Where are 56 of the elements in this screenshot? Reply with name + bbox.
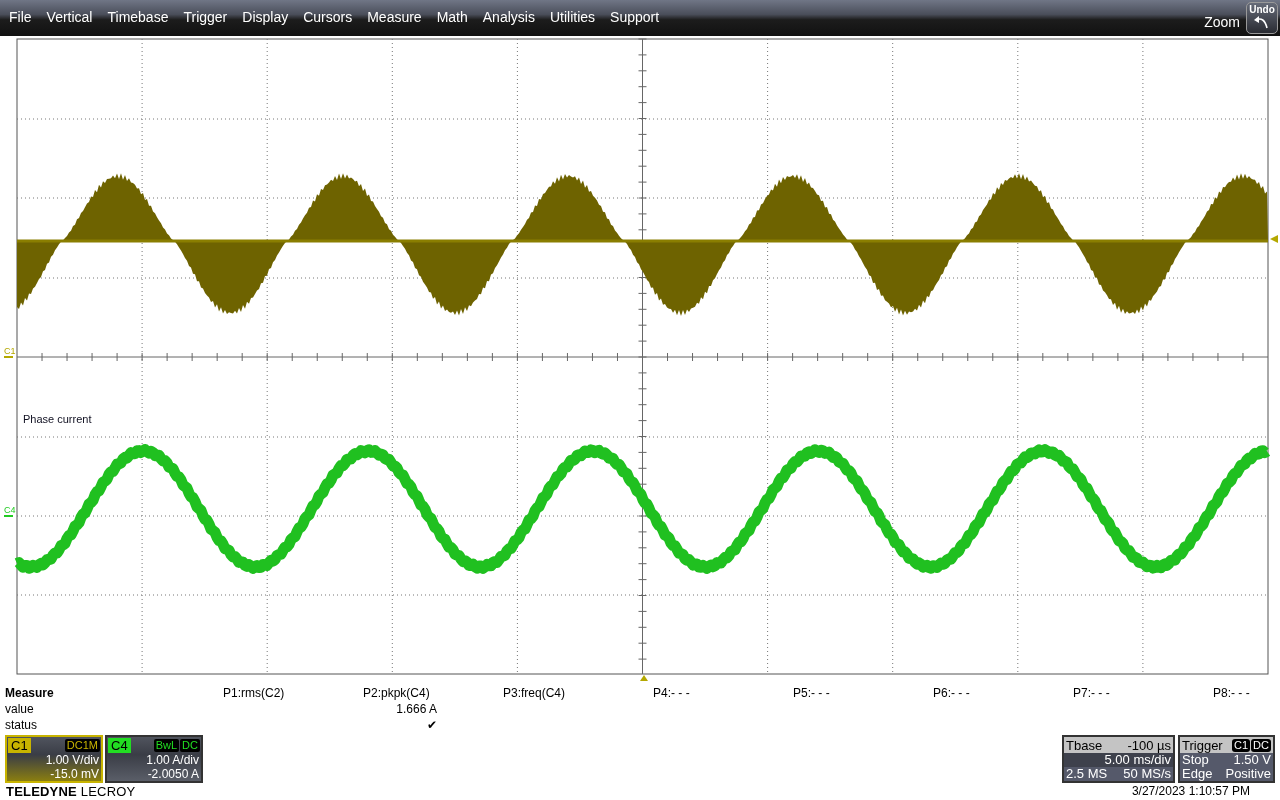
zoom-label[interactable]: Zoom	[1204, 6, 1240, 30]
menu-item[interactable]: Analysis	[474, 9, 542, 27]
undo-button[interactable]: Undo	[1246, 2, 1278, 34]
vertical-offset: -15.0 mV	[49, 767, 100, 781]
channel-descriptor[interactable]: C4 BwL DC 1.00 A/div -2.0050 A	[105, 735, 203, 783]
brand-logo: TELEDYNE LECROY	[6, 784, 136, 799]
menu-item[interactable]: Vertical	[38, 9, 100, 27]
trigger-box[interactable]: Trigger C1 DC Stop 1.50 V Edge Positive	[1178, 735, 1275, 783]
trigger-tag: DC	[1251, 738, 1271, 752]
parameter-header[interactable]: P2:pkpk(C4)	[345, 685, 485, 701]
timebase-title: Tbase	[1066, 737, 1103, 753]
vertical-scale: 1.00 V/div	[44, 753, 100, 767]
trace-annotation: Phase current	[23, 413, 92, 425]
timestamp: 3/27/2023 1:10:57 PM	[1131, 784, 1250, 799]
trigger-title: Trigger	[1182, 737, 1223, 753]
trigger-level-icon[interactable]	[1270, 235, 1278, 243]
channel-badge: C1	[8, 738, 31, 753]
row-label: value	[5, 701, 35, 717]
coupling-tag: DC1M	[64, 739, 100, 752]
trigger-mode: Stop	[1182, 753, 1209, 767]
menu-item[interactable]: Utilities	[541, 9, 603, 27]
trigger-slope: Positive	[1225, 767, 1271, 781]
trigger-level: 1.50 V	[1233, 753, 1271, 767]
menu-item[interactable]: File	[1, 9, 39, 27]
coupling-tag: DC	[180, 739, 200, 752]
timebase-delay: -100 µs	[1127, 737, 1171, 753]
vertical-offset: -2.0050 A	[146, 767, 200, 781]
vertical-scale: 1.00 A/div	[145, 753, 200, 767]
menu-item[interactable]: Support	[602, 9, 667, 27]
coupling-tag: BwL	[153, 739, 180, 752]
measure-value: 1.666 A	[395, 701, 438, 717]
timebase-scale: 5.00 ms/div	[1104, 753, 1171, 767]
parameter-header[interactable]: P7:- - -	[1055, 685, 1195, 701]
menu-item[interactable]: Trigger	[175, 9, 235, 27]
parameter-header[interactable]: P5:- - -	[775, 685, 915, 701]
undo-arrow-icon	[1254, 15, 1270, 29]
trigger-tag: C1	[1232, 738, 1251, 752]
timebase-box[interactable]: Tbase -100 µs 5.00 ms/div 2.5 MS 50 MS/s	[1062, 735, 1175, 783]
sample-count: 2.5 MS	[1066, 767, 1108, 781]
parameter-header[interactable]: P6:- - -	[915, 685, 1055, 701]
parameter-header[interactable]: P8:- - -	[1195, 685, 1275, 701]
sample-rate: 50 MS/s	[1123, 767, 1171, 781]
menu-item[interactable]: Display	[234, 9, 296, 27]
status-mark: ✔	[426, 717, 438, 733]
parameter-header[interactable]: P1:rms(C2)	[205, 685, 345, 701]
parameter-header[interactable]: P4:- - -	[635, 685, 775, 701]
channel-descriptor[interactable]: C1 DC1M 1.00 V/div -15.0 mV	[5, 735, 103, 783]
menu-item[interactable]: Cursors	[295, 9, 360, 27]
menu-item[interactable]: Measure	[359, 9, 429, 27]
trigger-type: Edge	[1182, 767, 1213, 781]
menu-item[interactable]: Timebase	[99, 9, 176, 27]
measure-title: Measure	[5, 685, 55, 701]
menu-item[interactable]: Math	[428, 9, 475, 27]
row-label: status	[5, 717, 38, 733]
channel-badge: C4	[108, 738, 131, 753]
parameter-header[interactable]: P3:freq(C4)	[485, 685, 635, 701]
